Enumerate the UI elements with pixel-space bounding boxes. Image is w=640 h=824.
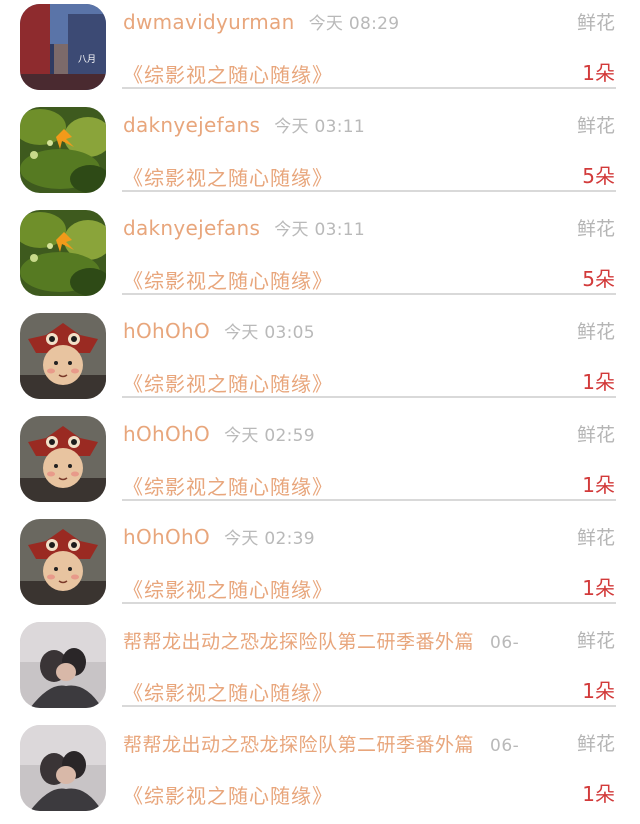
avatar[interactable] <box>20 416 106 502</box>
timestamp: 06- <box>490 736 520 756</box>
gift-count: 1朵 <box>582 679 615 703</box>
city-alley-icon: 八月 <box>20 4 106 90</box>
timestamp: 今天 03:11 <box>274 220 366 240</box>
list-item[interactable]: hOhOhO 今天 02:59 鲜花 《综影视之随心随缘》 1朵 <box>0 412 640 515</box>
list-item[interactable]: 帮帮龙出动之恐龙探险队第二研季番外篇 06- 鲜花 《综影视之随心随缘》 1朵 <box>0 618 640 721</box>
list-item[interactable]: hOhOhO 今天 02:39 鲜花 《综影视之随心随缘》 1朵 <box>0 515 640 618</box>
divider <box>122 87 616 89</box>
novel-title-link[interactable]: 《综影视之随心随缘》 <box>123 265 333 294</box>
gift-type-label: 鲜花 <box>576 321 615 343</box>
list-item[interactable]: 帮帮龙出动之恐龙探险队第二研季番外篇 06- 鲜花 《综影视之随心随缘》 1朵 <box>0 721 640 824</box>
sender-name[interactable]: 帮帮龙出动之恐龙探险队第二研季番外篇 06- <box>123 730 519 757</box>
leaf-moss-icon <box>20 210 106 296</box>
novel-title-link[interactable]: 《综影视之随心随缘》 <box>123 574 333 603</box>
sender-name-text[interactable]: hOhOhO <box>123 422 210 446</box>
gift-count: 5朵 <box>582 164 615 188</box>
sender-name-text[interactable]: 帮帮龙出动之恐龙探险队第二研季番外篇 <box>123 631 474 653</box>
list-item[interactable]: hOhOhO 今天 03:05 鲜花 《综影视之随心随缘》 1朵 <box>0 309 640 412</box>
gift-count: 1朵 <box>582 61 615 85</box>
timestamp: 今天 02:59 <box>224 426 315 446</box>
novel-title-link[interactable]: 《综影视之随心随缘》 <box>123 59 333 88</box>
novel-title-link[interactable]: 《综影视之随心随缘》 <box>123 162 333 191</box>
cartoon-hat-icon <box>20 313 106 399</box>
gift-count: 1朵 <box>582 782 615 806</box>
sender-name[interactable]: daknyejefans 今天 03:11 <box>123 215 365 240</box>
divider <box>122 499 616 501</box>
gift-count: 1朵 <box>582 370 615 394</box>
sender-name[interactable]: hOhOhO 今天 02:39 <box>123 524 315 549</box>
gift-type-label: 鲜花 <box>576 630 615 652</box>
gift-type-label: 鲜花 <box>576 12 615 34</box>
cartoon-hat-icon <box>20 519 106 605</box>
timestamp: 今天 03:05 <box>224 323 315 343</box>
sender-name-text[interactable]: daknyejefans <box>123 113 260 137</box>
list-item[interactable]: daknyejefans 今天 03:11 鲜花 《综影视之随心随缘》 5朵 <box>0 103 640 206</box>
gift-type-label: 鲜花 <box>576 115 615 137</box>
leaf-moss-icon <box>20 107 106 193</box>
gift-type-label: 鲜花 <box>576 218 615 240</box>
list-item[interactable]: daknyejefans 今天 03:11 鲜花 《综影视之随心随缘》 5朵 <box>0 206 640 309</box>
gift-count: 1朵 <box>582 473 615 497</box>
sender-name-text[interactable]: hOhOhO <box>123 525 210 549</box>
sender-name[interactable]: hOhOhO 今天 02:59 <box>123 421 315 446</box>
novel-title-link[interactable]: 《综影视之随心随缘》 <box>123 780 333 809</box>
svg-text:八月: 八月 <box>78 54 96 65</box>
novel-title-link[interactable]: 《综影视之随心随缘》 <box>123 677 333 706</box>
sender-name-text[interactable]: daknyejefans <box>123 216 260 240</box>
couple-photo-icon <box>20 725 106 811</box>
avatar[interactable] <box>20 313 106 399</box>
timestamp: 06- <box>490 633 520 653</box>
sender-name[interactable]: hOhOhO 今天 03:05 <box>123 318 315 343</box>
gift-type-label: 鲜花 <box>576 424 615 446</box>
gift-count: 5朵 <box>582 267 615 291</box>
divider <box>122 293 616 295</box>
divider <box>122 705 616 707</box>
divider <box>122 602 616 604</box>
sender-name-text[interactable]: 帮帮龙出动之恐龙探险队第二研季番外篇 <box>123 734 474 756</box>
avatar[interactable] <box>20 519 106 605</box>
sender-name-text[interactable]: hOhOhO <box>123 319 210 343</box>
gift-type-label: 鲜花 <box>576 527 615 549</box>
divider <box>122 396 616 398</box>
gift-type-label: 鲜花 <box>576 733 615 755</box>
avatar[interactable] <box>20 622 106 708</box>
avatar[interactable]: 八月 <box>20 4 106 90</box>
avatar[interactable] <box>20 210 106 296</box>
timestamp: 今天 03:11 <box>274 117 366 137</box>
avatar[interactable] <box>20 107 106 193</box>
divider <box>122 190 616 192</box>
gift-record-list: 八月 dwmavidyurman 今天 08:29 鲜花 《综影视之随心随缘》 1… <box>0 0 640 824</box>
couple-photo-icon <box>20 622 106 708</box>
list-item[interactable]: 八月 dwmavidyurman 今天 08:29 鲜花 《综影视之随心随缘》 1… <box>0 0 640 103</box>
sender-name[interactable]: dwmavidyurman 今天 08:29 <box>123 9 399 34</box>
timestamp: 今天 08:29 <box>308 14 400 34</box>
timestamp: 今天 02:39 <box>224 529 315 549</box>
sender-name[interactable]: daknyejefans 今天 03:11 <box>123 112 365 137</box>
avatar[interactable] <box>20 725 106 811</box>
novel-title-link[interactable]: 《综影视之随心随缘》 <box>123 471 333 500</box>
gift-count: 1朵 <box>582 576 615 600</box>
sender-name-text[interactable]: dwmavidyurman <box>123 10 295 34</box>
novel-title-link[interactable]: 《综影视之随心随缘》 <box>123 368 333 397</box>
cartoon-hat-icon <box>20 416 106 502</box>
sender-name[interactable]: 帮帮龙出动之恐龙探险队第二研季番外篇 06- <box>123 627 519 654</box>
